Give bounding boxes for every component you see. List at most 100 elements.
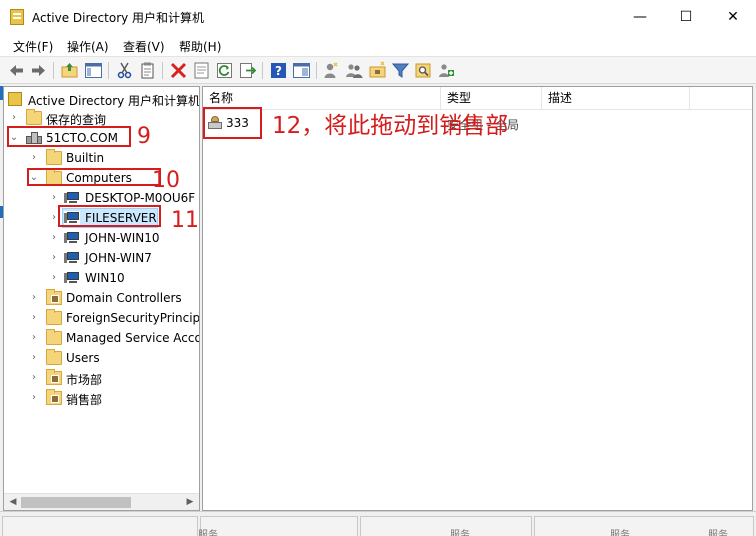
- status-label: 服务: [450, 530, 470, 536]
- tree-item-sales-dept[interactable]: › 销售部: [4, 388, 197, 408]
- back-arrow-icon[interactable]: [7, 61, 26, 80]
- export-list-icon[interactable]: [238, 61, 257, 80]
- close-button[interactable]: ✕: [710, 0, 756, 34]
- properties-icon[interactable]: [192, 61, 211, 80]
- up-folder-icon[interactable]: [60, 61, 79, 80]
- refresh-icon[interactable]: [215, 61, 234, 80]
- tree-item-saved-queries[interactable]: › 保存的查询: [4, 108, 197, 128]
- new-user-icon[interactable]: [322, 61, 341, 80]
- column-header-description[interactable]: 描述: [542, 87, 690, 109]
- chevron-right-icon[interactable]: ›: [29, 372, 39, 384]
- chevron-right-icon[interactable]: ›: [49, 232, 59, 244]
- aduc-root-icon: [8, 92, 22, 106]
- svg-text:?: ?: [275, 64, 282, 78]
- tree-horizontal-scrollbar[interactable]: ◀ ▶: [4, 493, 199, 510]
- chevron-right-icon[interactable]: ›: [29, 152, 39, 164]
- folder-icon: [46, 349, 62, 365]
- annotation-step-11: 11: [171, 208, 199, 233]
- chevron-right-icon[interactable]: ›: [29, 352, 39, 364]
- menu-help[interactable]: 帮助(H): [179, 38, 221, 55]
- tree-item-market-dept[interactable]: › 市场部: [4, 368, 197, 388]
- find-icon[interactable]: [414, 61, 433, 80]
- tree-item-label: 市场部: [66, 373, 103, 387]
- tree-item-computer[interactable]: › JOHN-WIN10: [4, 228, 197, 248]
- forward-arrow-icon[interactable]: [29, 61, 48, 80]
- tree-item-label: Managed Service Acco: [66, 331, 200, 345]
- tree-root-aduc[interactable]: Active Directory 用户和计算机: [6, 89, 199, 109]
- tree-item-computer[interactable]: › WIN10: [4, 268, 197, 288]
- ou-folder-icon: [46, 389, 62, 405]
- tree-item-managed-service[interactable]: › Managed Service Acco: [4, 328, 200, 348]
- details-pane[interactable]: 名称 类型 描述 333 安全组 - 全局: [202, 86, 753, 511]
- tree-item-label: DESKTOP-M0OU6F: [85, 191, 196, 205]
- status-bar: 服务 服务 服务 服务: [0, 511, 756, 536]
- tree-item-label: WIN10: [85, 271, 125, 285]
- new-group-icon[interactable]: [345, 61, 364, 80]
- minimize-button[interactable]: —: [617, 0, 663, 34]
- tree-item-label: Builtin: [66, 151, 105, 165]
- tree-item-domain-controllers[interactable]: › Domain Controllers: [4, 288, 197, 308]
- chevron-right-icon[interactable]: ›: [29, 292, 39, 304]
- annotation-box-computers: [27, 168, 161, 186]
- tree-item-builtin[interactable]: › Builtin: [4, 148, 197, 168]
- menu-bar: 文件(F) 操作(A) 查看(V) 帮助(H): [0, 34, 756, 56]
- chevron-right-icon[interactable]: ›: [49, 272, 59, 284]
- chevron-right-icon[interactable]: ›: [49, 252, 59, 264]
- computer-icon: [64, 251, 80, 265]
- filter-icon[interactable]: [391, 61, 410, 80]
- maximize-button[interactable]: ☐: [663, 0, 709, 34]
- computer-icon: [64, 271, 80, 285]
- tree-item-label: JOHN-WIN7: [85, 251, 152, 265]
- tree-item-label: 销售部: [66, 393, 103, 407]
- computer-icon: [64, 231, 80, 245]
- annotation-step-9: 9: [137, 124, 151, 149]
- tree-item-label: Users: [66, 351, 100, 365]
- menu-action[interactable]: 操作(A): [67, 38, 109, 55]
- console-tree[interactable]: Active Directory 用户和计算机 › 保存的查询 ⌄ 51CTO.…: [3, 86, 200, 511]
- scroll-thumb[interactable]: [21, 497, 131, 508]
- folder-icon: [46, 309, 62, 325]
- tree-root-label: Active Directory 用户和计算机: [28, 94, 200, 108]
- ou-folder-icon: [46, 369, 62, 385]
- chevron-right-icon[interactable]: ›: [9, 112, 19, 124]
- scroll-left-icon[interactable]: ◀: [6, 496, 20, 508]
- chevron-right-icon[interactable]: ›: [49, 192, 59, 204]
- folder-icon: [46, 329, 62, 345]
- folder-icon: [26, 109, 42, 125]
- annotation-box-domain: [7, 126, 131, 147]
- annotation-step-12: 12，将此拖动到销售部: [272, 113, 509, 139]
- window-title: Active Directory 用户和计算机: [32, 11, 205, 25]
- cut-icon[interactable]: [115, 61, 134, 80]
- copy-icon[interactable]: [138, 61, 157, 80]
- chevron-right-icon[interactable]: ›: [29, 312, 39, 324]
- show-hide-tree-icon[interactable]: [84, 61, 103, 80]
- folder-icon: [46, 149, 62, 165]
- chevron-right-icon[interactable]: ›: [29, 332, 39, 344]
- status-cell: [360, 516, 532, 536]
- scroll-right-icon[interactable]: ▶: [183, 496, 197, 508]
- chevron-right-icon[interactable]: ›: [29, 392, 39, 404]
- mmc-console-icon[interactable]: [292, 61, 311, 80]
- help-icon[interactable]: ?: [269, 61, 288, 80]
- column-header-type[interactable]: 类型: [441, 87, 542, 109]
- annotation-box-group: [203, 107, 262, 139]
- status-cell: [200, 516, 358, 536]
- status-label: 服务: [708, 530, 728, 536]
- tree-item-label: ForeignSecurityPrincipa: [66, 311, 200, 325]
- status-cell: [2, 516, 198, 536]
- status-label: 服务: [198, 530, 218, 536]
- tree-item-foreign-security[interactable]: › ForeignSecurityPrincipa: [4, 308, 200, 328]
- tree-item-computer[interactable]: › JOHN-WIN7: [4, 248, 197, 268]
- add-to-group-icon[interactable]: [437, 61, 456, 80]
- aduc-window: Active Directory 用户和计算机 — ☐ ✕ 文件(F) 操作(A…: [0, 0, 756, 536]
- menu-file[interactable]: 文件(F): [13, 38, 53, 55]
- menu-view[interactable]: 查看(V): [123, 38, 165, 55]
- delete-icon[interactable]: [169, 61, 188, 80]
- tree-item-users[interactable]: › Users: [4, 348, 197, 368]
- column-header-name[interactable]: 名称: [203, 87, 441, 109]
- computer-icon: [64, 191, 80, 205]
- new-ou-icon[interactable]: [368, 61, 387, 80]
- annotation-step-10: 10: [152, 168, 180, 193]
- tree-item-label: Domain Controllers: [66, 291, 182, 305]
- ou-folder-icon: [46, 289, 62, 305]
